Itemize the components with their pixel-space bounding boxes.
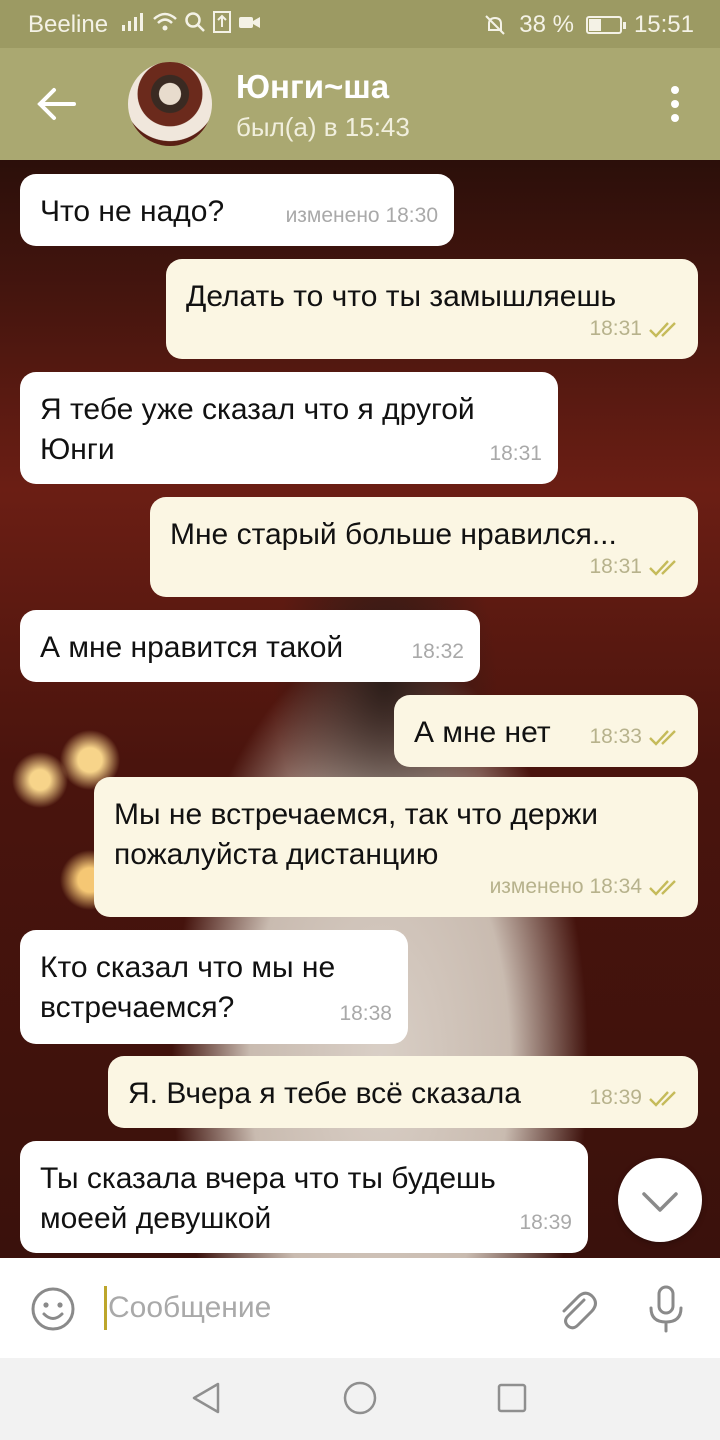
message-outgoing[interactable]: Делать то что ты замышляешь 18:31 [166, 259, 698, 359]
text-caret [104, 1286, 107, 1330]
message-meta: 18:31 [589, 547, 682, 587]
status-icons [120, 10, 262, 34]
message-meta: 18:31 [489, 434, 542, 474]
message-input-bar: Сообщение [0, 1258, 720, 1358]
smile-icon[interactable] [30, 1286, 76, 1332]
message-time: 18:31 [589, 555, 642, 578]
clock: 15:51 [633, 11, 694, 38]
message-incoming[interactable]: Кто сказал что мы не встречаемся? 18:38 [20, 930, 408, 1044]
wifi-icon [153, 12, 177, 31]
signal-icon [122, 13, 143, 31]
message-text: Я тебе уже сказал что я другой Юнги [40, 393, 475, 466]
message-time: 18:32 [411, 640, 464, 663]
message-input[interactable]: Сообщение [108, 1291, 271, 1325]
more-vertical-icon[interactable] [668, 86, 682, 126]
status-right: 38 % 15:51 [483, 11, 694, 39]
message-meta: 18:39 [519, 1203, 572, 1243]
message-outgoing[interactable]: Мне старый больше нравился... 18:31 [150, 497, 698, 597]
message-meta: изменено 18:30 [286, 196, 438, 236]
battery-percent: 38 % [519, 11, 574, 38]
battery-icon [585, 16, 626, 34]
message-text: Кто сказал что мы не встречаемся? [40, 951, 336, 1024]
message-time: 18:39 [519, 1211, 572, 1234]
message-time: 18:38 [339, 1002, 392, 1025]
microphone-icon[interactable] [646, 1284, 686, 1334]
search-status-icon [185, 12, 205, 32]
double-check-icon [649, 1091, 676, 1107]
message-time: изменено 18:30 [285, 204, 438, 227]
nav-back-icon[interactable] [188, 1380, 224, 1416]
nav-recents-icon[interactable] [496, 1382, 528, 1414]
message-text: Ты сказала вчера что ты будешь моеей дев… [40, 1162, 496, 1235]
double-check-icon [649, 880, 676, 896]
message-incoming[interactable]: Ты сказала вчера что ты будешь моеей дев… [20, 1141, 588, 1253]
chat-area[interactable]: Что не надо? изменено 18:30 Делать то чт… [0, 160, 720, 1258]
paperclip-icon[interactable] [554, 1286, 598, 1332]
chevron-down-icon [642, 1192, 678, 1212]
message-meta: 18:32 [411, 632, 464, 672]
message-time: 18:39 [589, 1086, 642, 1109]
message-meta: 18:38 [339, 994, 392, 1034]
avatar[interactable] [128, 62, 212, 146]
message-incoming[interactable]: Что не надо? изменено 18:30 [20, 174, 454, 246]
message-outgoing[interactable]: Я. Вчера я тебе всё сказала 18:39 [108, 1056, 698, 1128]
last-seen-status: был(а) в 15:43 [236, 112, 410, 142]
carrier-name: Beeline [28, 11, 109, 38]
double-check-icon [649, 730, 676, 746]
message-text: А мне нравится такой [40, 631, 344, 664]
message-meta: 18:31 [589, 309, 682, 349]
message-incoming[interactable]: Я тебе уже сказал что я другой Юнги 18:3… [20, 372, 558, 484]
message-incoming[interactable]: А мне нравится такой 18:32 [20, 610, 480, 682]
message-time: изменено 18:34 [489, 875, 642, 898]
scroll-down-button[interactable] [618, 1158, 702, 1242]
system-nav-bar [0, 1358, 720, 1440]
double-check-icon [649, 322, 676, 338]
message-outgoing[interactable]: Мы не встречаемся, так что держи пожалуй… [94, 777, 698, 917]
upload-icon [213, 11, 231, 33]
message-time: 18:31 [589, 317, 642, 340]
mute-bell-icon [485, 15, 505, 35]
status-bar: Beeline 38 % 15:51 [0, 0, 720, 48]
double-check-icon [649, 560, 676, 576]
contact-name[interactable]: Юнги~ша [236, 68, 389, 106]
message-text: Мы не встречаемся, так что держи пожалуй… [114, 798, 599, 871]
chat-header: Юнги~ша был(а) в 15:43 [0, 48, 720, 160]
message-meta: 18:33 [589, 717, 682, 757]
message-meta: 18:39 [589, 1078, 682, 1118]
message-meta: изменено 18:34 [490, 867, 682, 907]
message-outgoing[interactable]: А мне нет 18:33 [394, 695, 698, 767]
message-time: 18:31 [489, 442, 542, 465]
arrow-left-icon[interactable] [30, 82, 80, 126]
nav-home-icon[interactable] [342, 1380, 378, 1416]
video-icon [239, 17, 260, 28]
message-time: 18:33 [589, 725, 642, 748]
